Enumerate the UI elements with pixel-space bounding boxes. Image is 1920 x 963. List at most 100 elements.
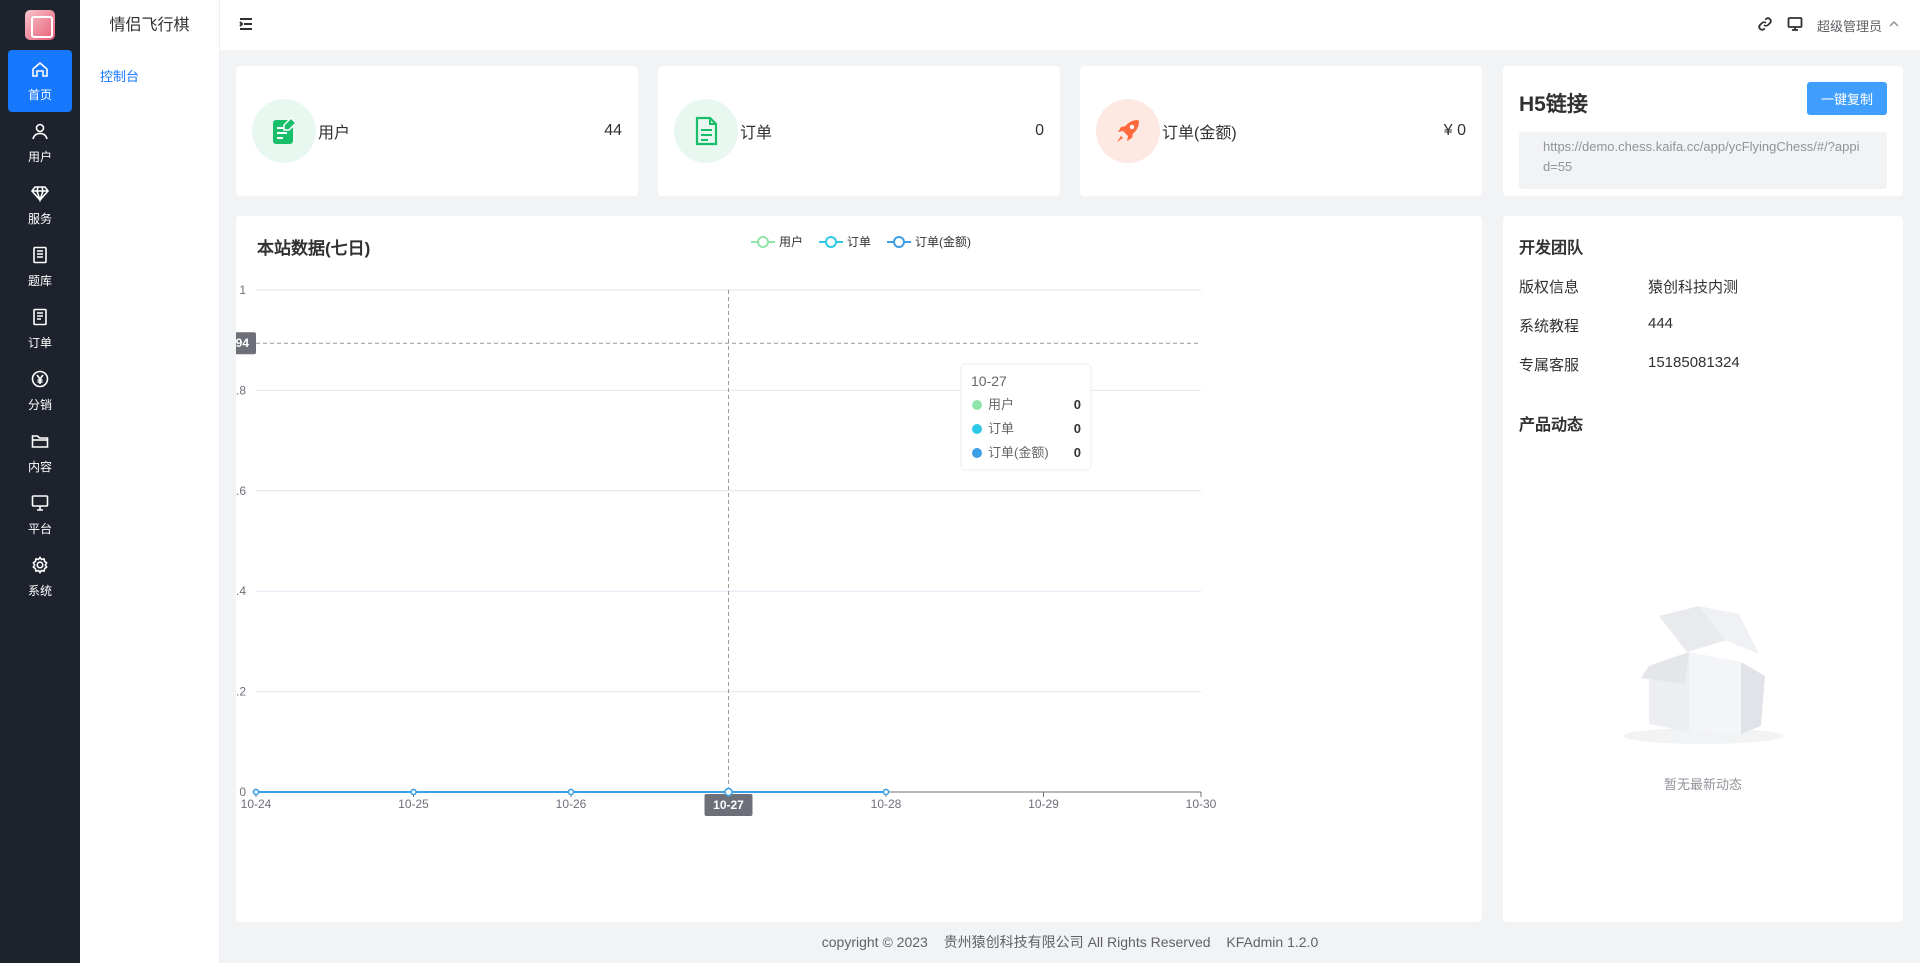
- team-key: 专属客服: [1519, 357, 1580, 374]
- diamond-icon: [30, 183, 50, 206]
- tooltip-marker: [972, 448, 982, 458]
- empty-box-icon: [1621, 586, 1785, 746]
- empty-news-text: 暂无最新动态: [1663, 777, 1742, 792]
- gear-icon: [30, 555, 50, 578]
- tooltip-name: 用户: [988, 397, 1014, 412]
- rail-item[interactable]: 订单: [8, 298, 72, 360]
- stat-label: 订单: [740, 125, 773, 142]
- rail-item-label: 分销: [27, 398, 52, 412]
- legend-marker[interactable]: [757, 236, 769, 248]
- home-icon: [30, 59, 50, 82]
- x-tick-label: 10-26: [556, 797, 587, 811]
- data-point[interactable]: [252, 788, 260, 796]
- crosshair-y-label: 0.894: [236, 336, 249, 350]
- stat-card-orders: 订单 0: [658, 66, 1060, 196]
- y-tick-label: 0.2: [236, 685, 246, 699]
- admin-name: 超级管理员: [1816, 18, 1882, 34]
- h5-link-card: H5链接 一键复制 https://demo.chess.kaifa.cc/ap…: [1503, 66, 1903, 196]
- rail-item[interactable]: 用户: [8, 112, 72, 174]
- rail-item[interactable]: 系统: [8, 546, 72, 608]
- admin-dropdown[interactable]: 超级管理员: [1817, 16, 1900, 35]
- rocket-icon: [1096, 99, 1160, 163]
- team-card: 开发团队 版权信息 猿创科技内测 系统教程 444 专属客服 15185081324 …: [1503, 216, 1903, 922]
- rail-item[interactable]: 分销: [8, 360, 72, 422]
- news-title: 产品动态: [1519, 417, 1584, 434]
- tooltip-name: 订单: [988, 421, 1014, 436]
- x-tick-label: 10-28: [871, 797, 902, 811]
- team-value: 444: [1648, 315, 1674, 332]
- sub-sidebar: 情侣飞行棋 控制台: [80, 0, 220, 963]
- rail-item-label: 服务: [27, 212, 52, 226]
- x-tick-label: 10-29: [1028, 797, 1059, 811]
- stat-value: ¥ 0: [1443, 122, 1466, 139]
- main-rail: 首页用户服务题库订单分销内容平台系统: [0, 0, 80, 963]
- rail-item-label: 内容: [27, 460, 52, 474]
- user-icon: [30, 121, 50, 144]
- tooltip-marker: [972, 400, 982, 410]
- link-icon[interactable]: [1757, 16, 1773, 35]
- footer-company: 贵州猿创科技有限公司 All Rights Reserved: [943, 934, 1211, 950]
- rail-menu: 首页用户服务题库订单分销内容平台系统: [0, 50, 80, 608]
- legend-label[interactable]: 用户: [779, 234, 803, 249]
- stat-label: 订单(金额): [1162, 125, 1237, 142]
- book-icon: [30, 245, 50, 268]
- rail-item-label: 题库: [27, 274, 52, 288]
- yen-icon: [30, 369, 50, 392]
- rail-item[interactable]: 平台: [8, 484, 72, 546]
- line-chart[interactable]: 0 0.2 0.4 0.6 0.8 1 10-24 10-25 10-26 10-27 10-28 1…: [236, 216, 1482, 922]
- tooltip-value: 0: [1074, 397, 1081, 412]
- document-icon: [30, 307, 50, 330]
- tooltip-name: 订单(金额): [988, 445, 1049, 460]
- legend-marker[interactable]: [893, 236, 905, 248]
- y-tick-label: 0.8: [236, 383, 246, 397]
- sidebar-item-console[interactable]: 控制台: [80, 66, 219, 85]
- crosshair-x-label: 10-27: [713, 798, 744, 812]
- team-key: 系统教程: [1519, 318, 1580, 335]
- team-row: 系统教程 444: [1519, 315, 1887, 336]
- copy-button[interactable]: 一键复制: [1806, 82, 1887, 115]
- x-tick-label: 10-25: [398, 797, 429, 811]
- x-tick-label: 10-24: [241, 797, 272, 811]
- rail-item[interactable]: 内容: [8, 422, 72, 484]
- stat-card-amount: 订单(金额) ¥ 0: [1080, 66, 1482, 196]
- rail-item[interactable]: 题库: [8, 236, 72, 298]
- rail-item[interactable]: 服务: [8, 174, 72, 236]
- top-header: 超级管理员: [220, 0, 1920, 50]
- data-point[interactable]: [882, 788, 890, 796]
- file-list-icon: [674, 99, 738, 163]
- y-tick-label: 1: [239, 283, 246, 297]
- stat-card-users: 用户 44: [236, 66, 638, 196]
- team-key: 版权信息: [1519, 279, 1580, 296]
- stat-value: 44: [604, 122, 622, 139]
- team-row: 专属客服 15185081324: [1519, 354, 1887, 375]
- y-tick-label: 0.6: [236, 484, 246, 498]
- h5-url: https://demo.chess.kaifa.cc/app/ycFlying…: [1519, 132, 1887, 189]
- rail-item-label: 用户: [27, 150, 52, 164]
- legend-label[interactable]: 订单(金额): [915, 234, 971, 249]
- rail-item[interactable]: 首页: [8, 50, 72, 112]
- tooltip-value: 0: [1074, 421, 1081, 436]
- menu-toggle-icon[interactable]: [238, 17, 254, 35]
- data-point[interactable]: [410, 788, 417, 796]
- rail-item-label: 首页: [27, 88, 52, 102]
- footer-copyright: copyright © 2023: [821, 934, 928, 950]
- chevron-up-icon: [1888, 18, 1900, 33]
- monitor-icon: [30, 493, 50, 516]
- team-title: 开发团队: [1519, 240, 1584, 257]
- rail-item-label: 系统: [27, 584, 52, 598]
- team-row: 版权信息 猿创科技内测: [1519, 276, 1887, 297]
- folder-icon: [30, 431, 50, 454]
- rail-item-label: 平台: [27, 522, 52, 536]
- legend-label[interactable]: 订单: [847, 235, 871, 249]
- rail-item-label: 订单: [27, 336, 52, 350]
- x-tick-label: 10-30: [1186, 797, 1217, 811]
- legend-marker[interactable]: [825, 236, 837, 248]
- tooltip-value: 0: [1074, 445, 1081, 460]
- footer: copyright © 2023 贵州猿创科技有限公司 All Rights R…: [220, 932, 1920, 952]
- data-point[interactable]: [567, 788, 575, 796]
- footer-version: KFAdmin 1.2.0: [1226, 934, 1319, 950]
- team-value: 15185081324: [1648, 354, 1740, 371]
- data-point[interactable]: [724, 787, 733, 797]
- monitor-icon[interactable]: [1787, 16, 1803, 35]
- team-value: 猿创科技内测: [1648, 279, 1739, 296]
